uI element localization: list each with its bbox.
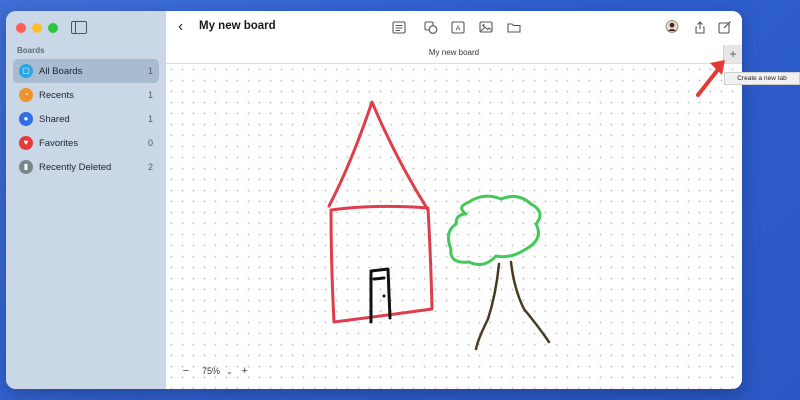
avatar[interactable] (665, 20, 679, 34)
sidebar-item-shared[interactable]: ● Shared 1 (13, 107, 159, 131)
house-body-stroke (329, 204, 434, 324)
share-icon[interactable] (693, 21, 707, 34)
tree-trunk-left-stroke (474, 262, 501, 351)
sidebar-item-count: 1 (147, 114, 153, 124)
zoom-level[interactable]: 75% (198, 366, 224, 376)
sketch-drawing (327, 100, 551, 351)
shapes-icon[interactable] (424, 21, 438, 34)
people-icon: ● (19, 112, 33, 126)
freeform-window: Boards ▢ All Boards 1 ◔ Recents 1 ● Shar… (6, 11, 742, 389)
sidebar-item-label: All Boards (39, 65, 83, 77)
minimize-window-button[interactable] (32, 23, 42, 33)
all-boards-icon: ▢ (19, 64, 33, 78)
board-title: My new board (199, 20, 276, 32)
annotation-arrow-icon (696, 60, 725, 97)
close-window-button[interactable] (16, 23, 26, 33)
sidebar-item-favorites[interactable]: ♥ Favorites 0 (13, 131, 159, 155)
back-chevron-icon[interactable]: ‹ (178, 19, 183, 35)
sidebar-item-count: 2 (147, 162, 153, 172)
sidebar-item-count: 1 (147, 90, 153, 100)
door-knob (382, 294, 386, 298)
board-canvas[interactable]: − 75% ⌄ + (166, 64, 742, 389)
sidebar-item-count: 0 (147, 138, 153, 148)
board-main: ‹ My new board A My new board + − 75% ⌄ … (166, 11, 742, 389)
heart-icon: ♥ (19, 136, 33, 150)
boards-nav: ▢ All Boards 1 ◔ Recents 1 ● Shared 1 ♥ … (13, 59, 159, 179)
tree-trunk-right-stroke (509, 260, 551, 344)
sidebar-toggle-icon[interactable] (71, 21, 87, 34)
new-tab-tooltip: Create a new tab (724, 72, 800, 85)
sidebar-item-label: Favorites (39, 137, 79, 149)
toolbar: ‹ My new board A (166, 11, 742, 45)
house-roof-stroke (327, 100, 430, 212)
sidebar-item-label: Recents (39, 89, 74, 101)
zoom-out-button[interactable]: − (180, 365, 192, 377)
sticky-note-icon[interactable] (392, 21, 406, 34)
sidebar-item-recently-deleted[interactable]: ▮ Recently Deleted 2 (13, 155, 159, 179)
zoom-in-button[interactable]: + (239, 365, 251, 377)
svg-text:A: A (455, 24, 460, 33)
sidebar: Boards ▢ All Boards 1 ◔ Recents 1 ● Shar… (6, 11, 167, 389)
tab-bar: My new board + (166, 45, 742, 64)
sidebar-item-count: 1 (147, 66, 153, 76)
zoom-control: − 75% ⌄ + (180, 365, 251, 377)
media-icon[interactable] (479, 21, 493, 34)
trash-icon: ▮ (19, 160, 33, 174)
sidebar-item-all-boards[interactable]: ▢ All Boards 1 (13, 59, 159, 83)
window-controls (16, 23, 58, 33)
sidebar-item-label: Shared (39, 113, 70, 125)
zoom-window-button[interactable] (48, 23, 58, 33)
new-board-icon[interactable] (718, 21, 732, 34)
boards-section-label: Boards (17, 46, 45, 55)
folder-icon[interactable] (507, 21, 521, 34)
tree-leaves-stroke (446, 194, 542, 266)
sidebar-item-label: Recently Deleted (39, 161, 112, 173)
chevron-down-icon[interactable]: ⌄ (226, 367, 233, 376)
tab-my-new-board[interactable]: My new board (166, 48, 742, 57)
clock-icon: ◔ (19, 88, 33, 102)
text-box-icon[interactable]: A (451, 21, 465, 34)
sidebar-item-recents[interactable]: ◔ Recents 1 (13, 83, 159, 107)
